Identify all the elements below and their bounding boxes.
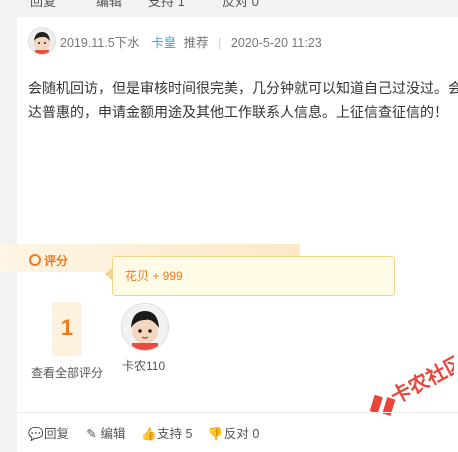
- post-meta: 2019.11.5下水 卡皇 推荐 | 2020-5-20 11:23: [60, 32, 322, 51]
- content-line: 会随机回访，但是审核时间很完美，几分钟就可以知道自己过没过。会: [28, 80, 458, 96]
- watermark-logo: 卡农社区: [354, 346, 458, 426]
- reply-button[interactable]: 💬回复: [28, 423, 69, 442]
- kanong-logo-icon: 卡农社区: [369, 350, 458, 416]
- post-timestamp: 2020-5-20 11:23: [230, 36, 322, 50]
- post-actions: 💬回复 ✎ 编辑 👍支持 5 👎反对 0: [28, 423, 271, 442]
- support-button[interactable]: 支持 1: [148, 0, 185, 10]
- edit-button[interactable]: ✎ 编辑: [85, 423, 125, 442]
- post-content: 会随机回访，但是审核时间很完美，几分钟就可以知道自己过没过。会 达普惠的，申请金…: [28, 76, 458, 124]
- user-avatar-icon: [34, 32, 50, 54]
- previous-post-actions: 回复 编辑 支持 1 反对 0: [0, 0, 458, 10]
- divider: [17, 412, 458, 413]
- username-link[interactable]: 卡皇: [151, 36, 176, 50]
- edit-button[interactable]: 编辑: [96, 0, 122, 10]
- thumbs-up-icon: 👍: [141, 427, 157, 441]
- reply-button[interactable]: 回复: [30, 0, 56, 10]
- recommend-tag[interactable]: 推荐: [184, 36, 209, 50]
- thumbs-down-icon: 👎: [207, 427, 224, 441]
- svg-text:卡农社区: 卡农社区: [387, 350, 454, 409]
- meta-divider: |: [218, 36, 222, 50]
- support-button[interactable]: 👍支持 5: [141, 423, 192, 442]
- rating-label: 评分: [44, 254, 69, 268]
- post-date: 2019.11.5下水: [60, 36, 140, 50]
- edit-icon: ✎: [86, 427, 97, 441]
- tooltip-text: 花贝 + 999: [125, 269, 183, 283]
- rater-avatar-icon: [131, 311, 159, 350]
- oppose-button[interactable]: 反对 0: [222, 0, 259, 10]
- rater-avatar[interactable]: [121, 303, 169, 351]
- content-line: 达普惠的，申请金额用途及其他工作联系人信息。上征信查征信的！: [28, 104, 448, 120]
- reply-icon: 💬: [28, 427, 44, 441]
- rater-name[interactable]: 卡农110: [122, 357, 165, 374]
- avatar[interactable]: [28, 27, 56, 55]
- rating-score: 1: [60, 315, 74, 340]
- view-all-ratings-link[interactable]: 查看全部评分: [31, 364, 103, 381]
- oppose-button[interactable]: 👎反对 0: [208, 423, 259, 442]
- rating-tooltip: 花贝 + 999: [105, 256, 395, 296]
